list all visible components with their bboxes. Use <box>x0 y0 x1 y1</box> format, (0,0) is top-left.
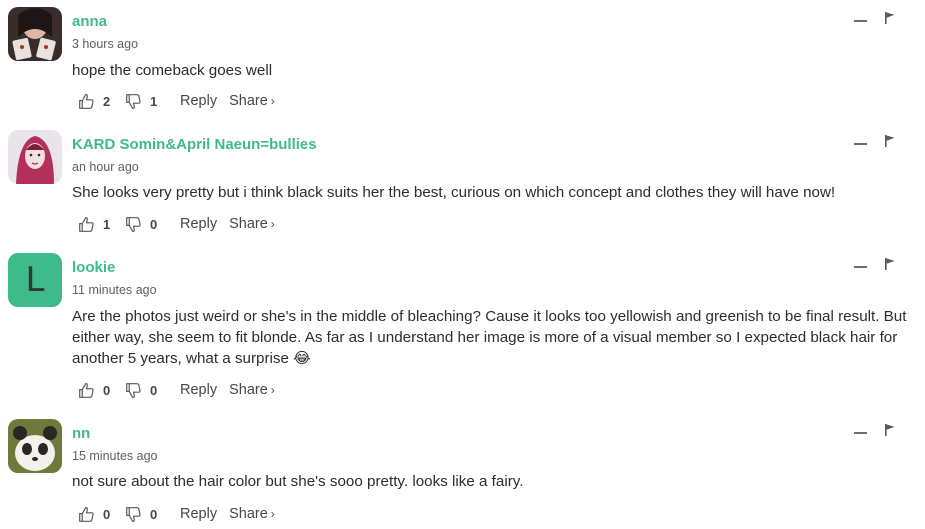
share-button[interactable]: Share › <box>229 216 275 232</box>
comment-text: hope the comeback goes well <box>72 62 273 79</box>
minimize-icon[interactable] <box>854 20 867 22</box>
minimize-icon[interactable] <box>854 266 867 268</box>
avatar[interactable] <box>8 419 62 473</box>
comment-actions: 1 0 Reply Share › <box>78 214 275 234</box>
thumbs-up-icon <box>79 93 94 109</box>
comment-username[interactable]: lookie <box>72 259 115 276</box>
comment-actions: 0 0 Reply Share › <box>78 504 275 524</box>
share-label: Share <box>229 506 268 522</box>
avatar-letter: L <box>8 253 62 307</box>
flag-icon[interactable] <box>885 12 895 24</box>
downvote-button[interactable]: 0 <box>125 216 168 233</box>
upvote-count: 2 <box>103 93 111 109</box>
comment-timestamp[interactable]: 11 minutes ago <box>72 283 157 297</box>
downvote-button[interactable]: 1 <box>125 93 168 110</box>
thumbs-up-icon <box>79 382 94 398</box>
comment-actions: 0 0 Reply Share › <box>78 380 275 400</box>
share-label: Share <box>229 93 268 109</box>
share-button[interactable]: Share › <box>229 506 275 522</box>
thumbs-down-icon <box>126 382 141 398</box>
share-label: Share <box>229 216 268 232</box>
downvote-count: 0 <box>150 382 158 398</box>
flag-icon[interactable] <box>885 258 895 270</box>
thumbs-down-icon <box>126 506 141 522</box>
reply-button[interactable]: Reply <box>180 93 217 109</box>
comment-actions: 2 1 Reply Share › <box>78 91 275 111</box>
comment-username[interactable]: KARD Somin&April Naeun=bullies <box>72 136 317 153</box>
thumbs-up-icon <box>79 506 94 522</box>
comment-text: Are the photos just weird or she's in th… <box>72 308 907 367</box>
upvote-count: 0 <box>103 506 111 522</box>
downvote-count: 0 <box>150 216 158 232</box>
upvote-count: 1 <box>103 216 111 232</box>
chevron-right-icon: › <box>270 383 275 397</box>
thumbs-up-icon <box>79 216 94 232</box>
downvote-count: 1 <box>150 93 158 109</box>
upvote-button[interactable]: 0 <box>78 382 121 399</box>
thumbs-down-icon <box>126 93 141 109</box>
reply-button[interactable]: Reply <box>180 382 217 398</box>
minimize-icon[interactable] <box>854 432 867 434</box>
avatar[interactable] <box>8 7 62 61</box>
share-button[interactable]: Share › <box>229 382 275 398</box>
share-label: Share <box>229 382 268 398</box>
avatar[interactable]: L <box>8 253 62 307</box>
comment-timestamp[interactable]: an hour ago <box>72 160 139 174</box>
comment-text: not sure about the hair color but she's … <box>72 473 524 490</box>
comment-timestamp[interactable]: 3 hours ago <box>72 37 138 51</box>
comment-username[interactable]: nn <box>72 425 90 442</box>
chevron-right-icon: › <box>270 217 275 231</box>
chevron-right-icon: › <box>270 94 275 108</box>
upvote-button[interactable]: 1 <box>78 216 121 233</box>
reply-button[interactable]: Reply <box>180 216 217 232</box>
chevron-right-icon: › <box>270 507 275 521</box>
upvote-count: 0 <box>103 382 111 398</box>
comment-username[interactable]: anna <box>72 13 107 30</box>
reply-button[interactable]: Reply <box>180 506 217 522</box>
comment-text: She looks very pretty but i think black … <box>72 184 836 201</box>
minimize-icon[interactable] <box>854 143 867 145</box>
downvote-count: 0 <box>150 506 158 522</box>
upvote-button[interactable]: 2 <box>78 93 121 110</box>
thumbs-down-icon <box>126 216 141 232</box>
flag-icon[interactable] <box>885 424 895 436</box>
flag-icon[interactable] <box>885 135 895 147</box>
downvote-button[interactable]: 0 <box>125 382 168 399</box>
upvote-button[interactable]: 0 <box>78 506 121 523</box>
avatar[interactable] <box>8 130 62 184</box>
share-button[interactable]: Share › <box>229 93 275 109</box>
comment-timestamp[interactable]: 15 minutes ago <box>72 449 157 463</box>
downvote-button[interactable]: 0 <box>125 506 168 523</box>
